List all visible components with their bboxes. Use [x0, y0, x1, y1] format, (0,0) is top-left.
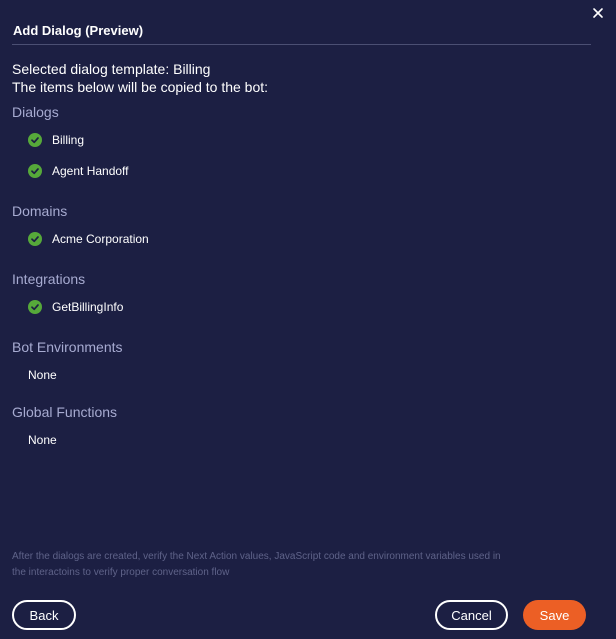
domain-item: Acme Corporation [28, 231, 149, 247]
check-circle-icon [28, 232, 42, 246]
footnote-line: After the dialogs are created, verify th… [12, 551, 501, 562]
dialog-title: Add Dialog (Preview) [13, 23, 144, 38]
dialog-item: Agent Handoff [28, 163, 129, 179]
title-divider [12, 44, 591, 45]
dialog-item-label: Agent Handoff [52, 164, 129, 178]
intro-text: Selected dialog template: Billing The it… [12, 60, 268, 96]
integration-item: GetBillingInfo [28, 299, 123, 315]
section-title-integrations: Integrations [12, 271, 86, 287]
copy-notice-text: The items below will be copied to the bo… [12, 79, 269, 95]
add-dialog-preview: Add Dialog (Preview) Selected dialog tem… [0, 0, 616, 639]
check-circle-icon [28, 133, 42, 147]
dialog-item: Billing [28, 132, 84, 148]
back-button[interactable]: Back [12, 600, 76, 630]
global-functions-empty: None [28, 433, 57, 447]
section-title-dialogs: Dialogs [12, 104, 59, 120]
bot-environments-empty: None [28, 368, 57, 382]
save-button[interactable]: Save [523, 600, 586, 630]
selected-template-text: Selected dialog template: Billing [12, 61, 211, 77]
integration-item-label: GetBillingInfo [52, 300, 124, 314]
dialog-item-label: Billing [52, 133, 85, 147]
section-title-global-functions: Global Functions [12, 404, 118, 420]
check-circle-icon [28, 300, 42, 314]
close-icon[interactable] [590, 5, 606, 21]
footnote-text: After the dialogs are created, verify th… [12, 549, 572, 581]
check-circle-icon [28, 164, 42, 178]
cancel-button[interactable]: Cancel [435, 600, 508, 630]
section-title-domains: Domains [12, 203, 68, 219]
domain-item-label: Acme Corporation [52, 232, 149, 246]
footnote-line: the interactoins to verify proper conver… [12, 567, 230, 578]
section-title-bot-environments: Bot Environments [12, 339, 123, 355]
